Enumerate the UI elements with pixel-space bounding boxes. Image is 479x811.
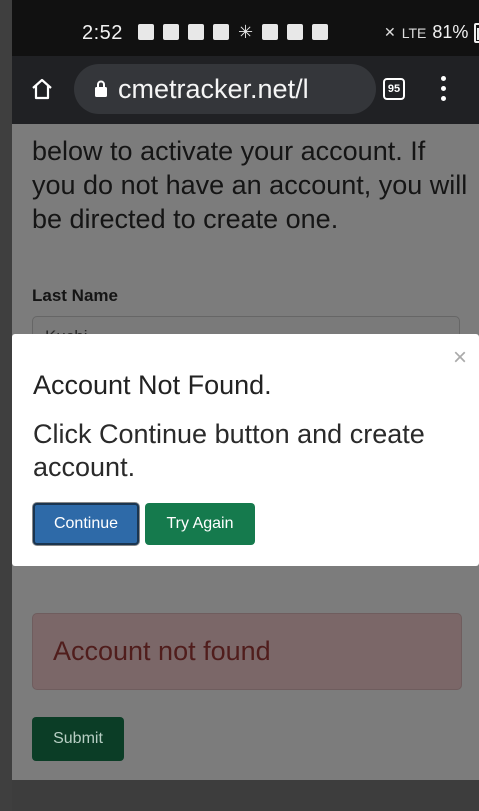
url-text[interactable]: cmetracker.net/l xyxy=(118,74,309,105)
lock-icon xyxy=(95,80,107,97)
status-time: 2:52 xyxy=(82,22,123,44)
bottom-bar xyxy=(12,780,479,811)
continue-button[interactable]: Continue xyxy=(33,503,139,545)
close-icon[interactable]: × xyxy=(453,346,467,370)
flipboard-icon xyxy=(138,24,154,40)
battery-percent: 81% xyxy=(432,22,469,42)
battery-icon xyxy=(474,22,479,43)
overflow-menu-icon[interactable] xyxy=(441,76,447,104)
modal-message: Click Continue button and create account… xyxy=(33,419,425,482)
modal-title: Account Not Found. xyxy=(33,370,272,400)
last-name-label: Last Name xyxy=(32,286,118,305)
flipboard-icon xyxy=(163,24,179,40)
address-bar[interactable]: cmetracker.net/l xyxy=(74,64,376,114)
flipboard-icon xyxy=(213,24,229,40)
submit-button[interactable]: Submit xyxy=(32,717,124,761)
tab-switcher-button[interactable]: 95 xyxy=(383,78,405,100)
notification-icons: ✳ xyxy=(138,22,329,42)
youtube-icon xyxy=(262,24,279,40)
pinwheel-icon: ✳ xyxy=(238,22,254,42)
vpn-icon xyxy=(312,24,329,40)
mute-icon: ✕ xyxy=(384,24,396,40)
status-right: ✕ LTE 81% xyxy=(384,22,479,43)
lte-signal-icon: LTE xyxy=(401,24,427,41)
intro-text: below to activate your account. If you d… xyxy=(32,136,468,234)
try-again-button[interactable]: Try Again xyxy=(145,503,255,545)
youtube-icon xyxy=(188,24,204,40)
browser-toolbar: cmetracker.net/l 95 xyxy=(12,56,479,124)
home-icon[interactable] xyxy=(30,77,54,101)
gallery-icon xyxy=(287,24,304,40)
account-not-found-modal: × Account Not Found. Click Continue butt… xyxy=(12,334,479,566)
account-not-found-alert: Account not found xyxy=(32,613,462,690)
